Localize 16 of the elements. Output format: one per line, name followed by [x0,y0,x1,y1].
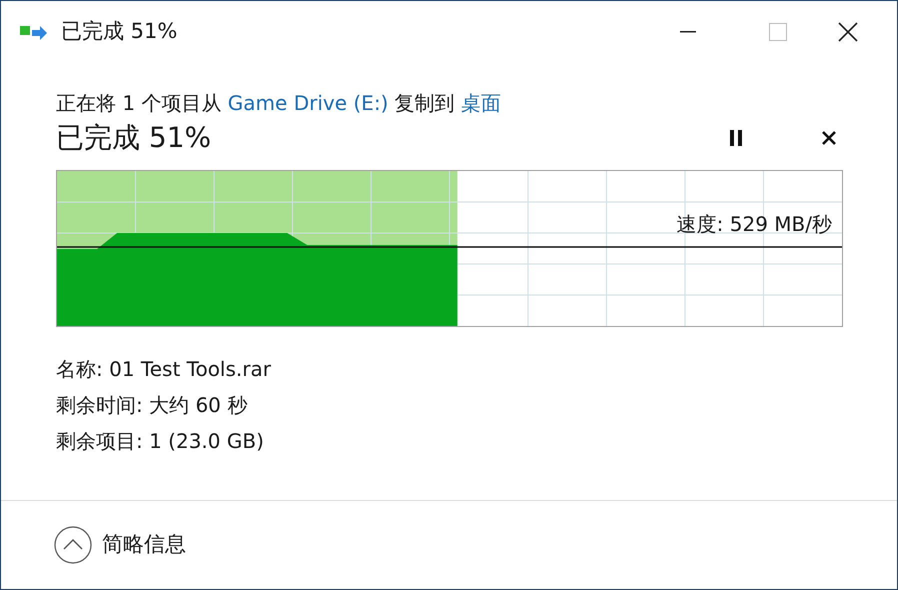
minimize-icon [680,31,696,33]
pause-icon [729,130,743,146]
detail-text: 名称: 01 Test Tools.rar [56,356,272,383]
detail-text: 剩余项目: 1 (23.0 GB) [56,428,265,455]
copy-description: 正在将 1 个项目从 Game Drive (E:) 复制到 桌面 [56,90,502,117]
window-title: 已完成 51% [61,18,178,46]
copy-icon [19,23,49,41]
progress-status: 已完成 51% [56,120,212,156]
location-link[interactable]: 桌面 [461,91,502,115]
location-link[interactable]: Game Drive (E:) [228,91,388,115]
cancel-icon [822,131,836,145]
details-toggle[interactable]: 简略信息 [54,526,186,564]
maximize-icon [769,23,787,41]
detail-text: 剩余时间: 大约 60 秒 [56,392,248,419]
close-icon [838,22,858,42]
speed-reading: 速度: 529 MB/秒 [676,211,832,237]
